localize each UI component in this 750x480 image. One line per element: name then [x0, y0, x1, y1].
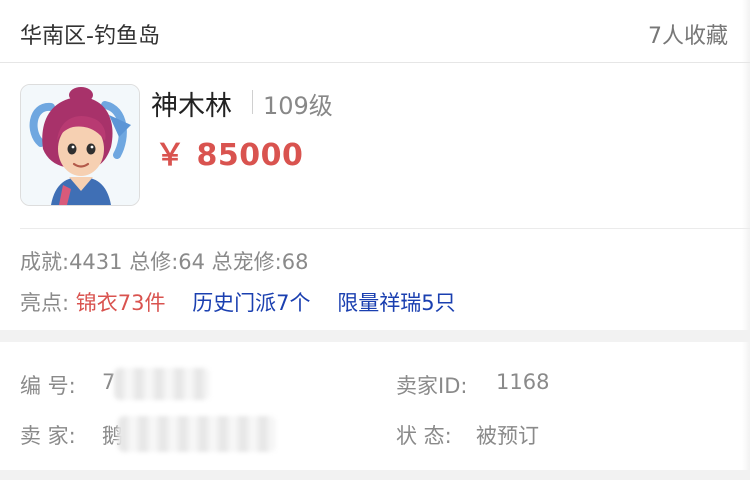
highlight-tag-mounts: 限量祥瑞5只: [337, 291, 456, 315]
highlights: 亮点: 锦衣73件 历史门派7个 限量祥瑞5只: [20, 287, 476, 317]
highlight-tag-outfits: 锦衣73件: [75, 291, 166, 315]
redacted-seller: [118, 416, 276, 452]
section-divider-band: [0, 330, 750, 342]
highlight-tag-schools: 历史门派7个: [192, 291, 311, 315]
stats-line: 成就:4431 总修:64 总宠修:68: [20, 250, 309, 274]
edge-shadow: [742, 0, 750, 480]
character-portrait-icon: [21, 85, 139, 205]
redacted-number: [114, 368, 210, 400]
seller-id-label: 卖家ID:: [396, 374, 468, 398]
server-name: 华南区-钓鱼岛: [20, 24, 160, 49]
character-avatar[interactable]: [20, 84, 140, 206]
status-value: 被预订: [476, 424, 539, 448]
product-card[interactable]: 华南区-钓鱼岛 7人收藏 神木林 109级 ￥ 85000 成就:4431 总修…: [0, 0, 750, 480]
seller-label: 卖 家:: [20, 424, 76, 448]
favorites-count[interactable]: 7人收藏: [648, 18, 728, 50]
bottom-band: [0, 470, 750, 480]
character-name: 神木林: [151, 91, 232, 122]
status-label: 状 态:: [396, 424, 452, 448]
price: ￥ 85000: [155, 138, 304, 173]
number-label: 编 号:: [20, 374, 76, 398]
divider: [20, 228, 750, 229]
name-level-divider: [252, 90, 253, 114]
card-header: 华南区-钓鱼岛 7人收藏: [0, 0, 750, 63]
highlights-label: 亮点:: [20, 291, 70, 315]
seller-id-value: 1168: [496, 370, 550, 394]
character-level: 109级: [263, 92, 333, 120]
